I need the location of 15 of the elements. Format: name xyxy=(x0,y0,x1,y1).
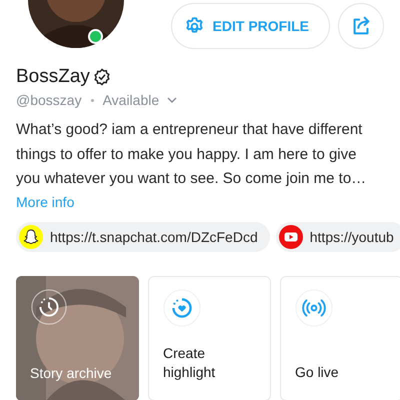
ghost-icon xyxy=(19,224,43,248)
broadcast-icon xyxy=(295,288,333,326)
bio-text: What’s good? iam a entrepreneur that have different things to offer to make you happy. I am here to give you whatever you want to see. So come join me to… xyxy=(16,120,368,189)
chevron-down-icon xyxy=(167,97,178,103)
story-archive-card[interactable]: Story archive xyxy=(16,276,139,400)
create-highlight-card[interactable]: Create highlight xyxy=(148,276,271,400)
clock-icon xyxy=(30,288,68,326)
link-chip[interactable]: https://t.snapchat.com/DZcFeDcd xyxy=(16,222,270,252)
share-button[interactable] xyxy=(338,3,384,49)
profile-name: BossZay xyxy=(16,66,90,88)
link-chip[interactable]: https://youtub xyxy=(276,222,400,252)
separator-dot xyxy=(90,98,94,102)
handle: @bosszay xyxy=(16,92,82,108)
go-live-card[interactable]: Go live xyxy=(280,276,400,400)
play-icon xyxy=(278,224,303,248)
